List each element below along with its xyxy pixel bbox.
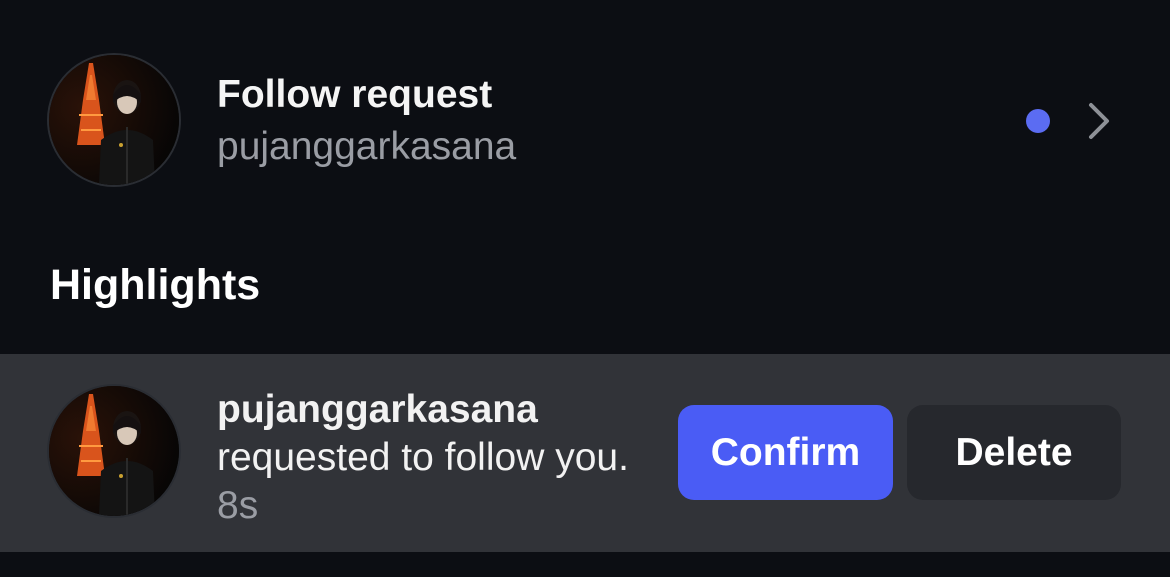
- notification-timestamp: 8s: [217, 484, 259, 527]
- notification-message: requested to follow you.: [217, 436, 629, 479]
- follow-request-avatar: [49, 55, 179, 185]
- follow-request-username: pujanggarkasana: [217, 125, 517, 168]
- highlights-heading: Highlights: [50, 261, 261, 309]
- notification-text: pujanggarkasana requested to follow you.…: [217, 386, 657, 530]
- follow-request-title: Follow request: [217, 73, 493, 116]
- confirm-button[interactable]: Confirm: [678, 405, 893, 500]
- notification-username[interactable]: pujanggarkasana: [217, 386, 657, 434]
- unread-indicator-dot: [1026, 109, 1050, 133]
- notification-row[interactable]: pujanggarkasana requested to follow you.…: [0, 354, 1170, 552]
- follow-request-row[interactable]: Follow request pujanggarkasana: [0, 0, 1170, 240]
- activity-page: Follow request pujanggarkasana Highlight…: [0, 0, 1170, 577]
- notification-avatar[interactable]: [49, 386, 179, 516]
- delete-button[interactable]: Delete: [907, 405, 1121, 500]
- chevron-right-icon[interactable]: [1084, 101, 1114, 141]
